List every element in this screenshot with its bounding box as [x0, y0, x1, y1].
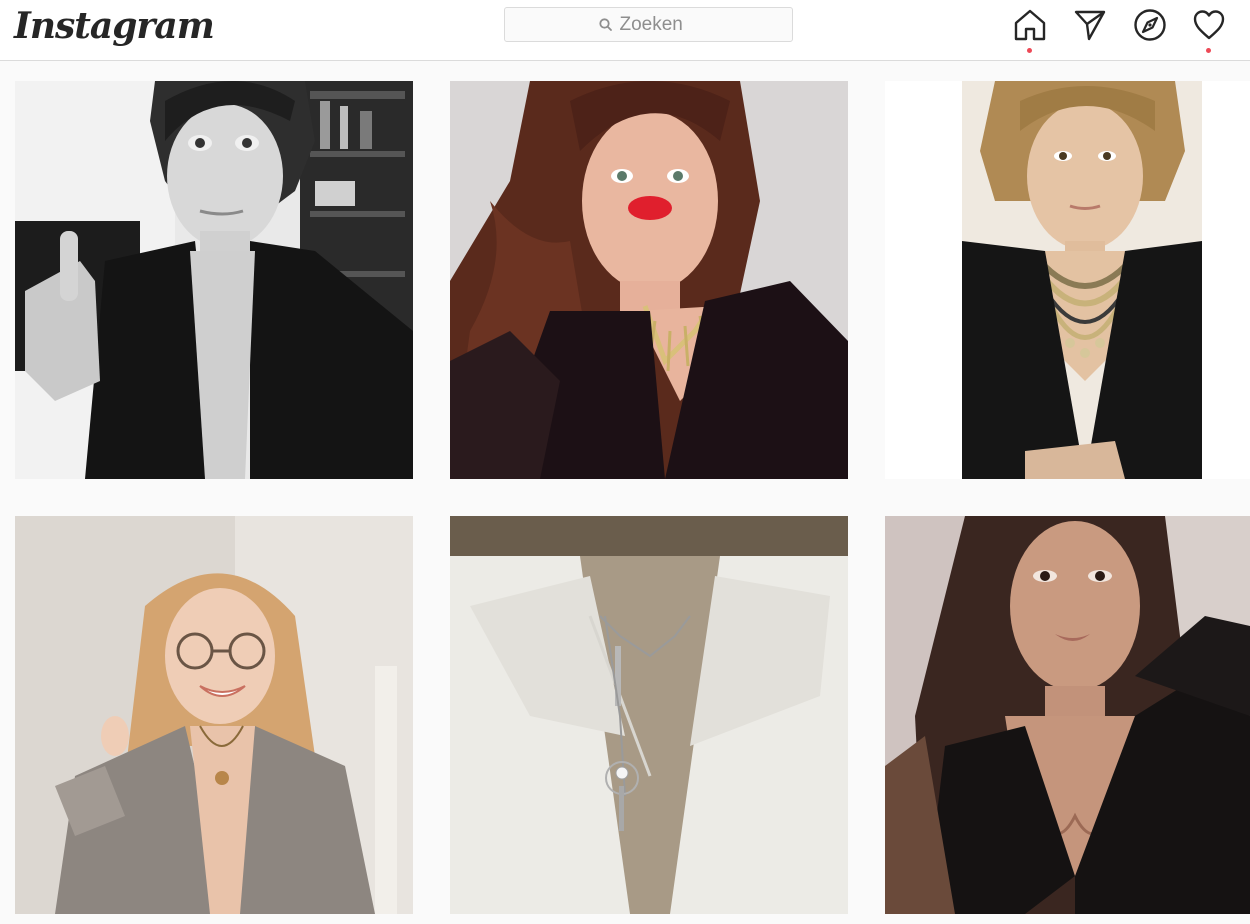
home-notification-dot — [1027, 48, 1032, 53]
compass-icon[interactable] — [1133, 8, 1167, 42]
post-image-woman-glasses-grey-blazer — [15, 516, 413, 914]
post-thumbnail[interactable] — [885, 81, 1250, 479]
post-thumbnail[interactable] — [15, 81, 413, 479]
home-icon[interactable] — [1013, 8, 1047, 42]
post-image-white-blazer-necklace — [450, 516, 848, 914]
instagram-logo[interactable]: Instagram — [14, 4, 215, 48]
top-navigation-bar: Instagram — [0, 0, 1250, 61]
post-thumbnail[interactable] — [885, 516, 1250, 914]
post-image-woman-dark-hair-black-top — [885, 516, 1250, 914]
post-thumbnail[interactable] — [450, 516, 848, 914]
search-icon — [598, 17, 612, 31]
heart-icon[interactable] — [1192, 8, 1226, 42]
post-image-woman-short-hair — [885, 81, 1250, 479]
post-image-woman-curly-hair — [450, 81, 848, 479]
search-input[interactable] — [619, 13, 700, 36]
post-thumbnail[interactable] — [15, 516, 413, 914]
search-box[interactable] — [504, 7, 793, 42]
post-thumbnail[interactable] — [450, 81, 848, 479]
paper-plane-icon[interactable] — [1073, 8, 1107, 42]
activity-notification-dot — [1206, 48, 1211, 53]
post-image-woman-black-blazer — [15, 81, 413, 479]
